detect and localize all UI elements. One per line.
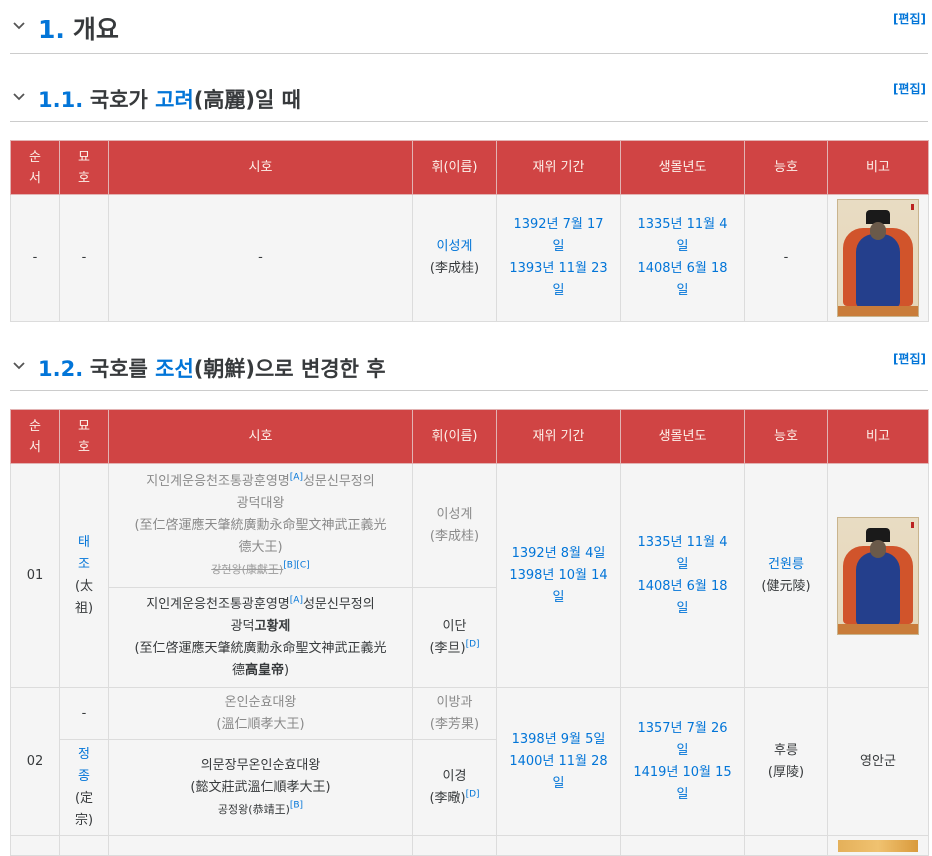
reign-end-link[interactable]: 1400년 11월 28 일 bbox=[509, 754, 607, 791]
header-posthumous: 시호 bbox=[108, 409, 413, 464]
death-link[interactable]: 1408년 6월 18 일 bbox=[637, 579, 727, 616]
header-notes: 비고 bbox=[827, 140, 929, 195]
chevron-down-icon[interactable] bbox=[12, 90, 26, 104]
section-title-pre: 국호를 bbox=[89, 357, 156, 381]
section-number: 1.1. bbox=[38, 88, 84, 112]
reign-end-link[interactable]: 1393년 11월 23 일 bbox=[509, 261, 607, 298]
section-heading-joseon: 1.2. 국호를 조선(朝鮮)으로 변경한 후 [편집] bbox=[10, 338, 928, 391]
name-cell: 이성계 (李成桂) bbox=[412, 194, 497, 322]
header-lifespan: 생몰년도 bbox=[620, 140, 745, 195]
section-heading-overview: 1. 개요 [편집] bbox=[10, 0, 928, 54]
tomb-cell: 건원릉 (健元陵) bbox=[744, 463, 828, 688]
joseon-table: 순서 묘호 시호 휘(이름) 재위 기간 생몰년도 능호 비고 01 태조 (太… bbox=[10, 409, 929, 856]
section-title-pre: 국호가 bbox=[89, 88, 156, 112]
temple-name-cell: 태조 (太 祖) bbox=[59, 463, 109, 688]
portrait-image[interactable] bbox=[837, 199, 919, 317]
reign-cell: 1392년 7월 17 일 1393년 11월 23 일 bbox=[496, 194, 621, 322]
temple-name-cell: 정종 (定 宗) bbox=[59, 739, 109, 836]
footnote-link[interactable]: [A] bbox=[290, 595, 303, 605]
edit-link[interactable]: [편집] bbox=[893, 10, 926, 27]
temple-name-cell: - bbox=[59, 194, 109, 322]
section-heading-goryeo: 1.1. 국호가 고려(高麗)일 때 [편집] bbox=[10, 70, 928, 122]
header-order: 순서 bbox=[10, 409, 60, 464]
name-link[interactable]: 이성계 bbox=[437, 239, 473, 254]
header-reign: 재위 기간 bbox=[496, 409, 621, 464]
order-cell: 01 bbox=[10, 463, 60, 688]
reign-start-link[interactable]: 1392년 8월 4일 bbox=[512, 546, 606, 561]
section-title: 개요 bbox=[72, 15, 119, 44]
footnote-link[interactable]: [D] bbox=[466, 639, 480, 649]
header-lifespan: 생몰년도 bbox=[620, 409, 745, 464]
header-notes: 비고 bbox=[827, 409, 929, 464]
notes-cell bbox=[827, 194, 929, 322]
section-title-post: (朝鮮)으로 변경한 후 bbox=[193, 357, 386, 381]
name-cell: 이방과 (李芳果) bbox=[412, 687, 497, 740]
footnote-link[interactable]: [B] bbox=[290, 800, 303, 810]
tomb-link[interactable]: 건원릉 bbox=[768, 557, 804, 572]
header-posthumous: 시호 bbox=[108, 140, 413, 195]
order-cell: - bbox=[10, 194, 60, 322]
temple-name-link[interactable]: 태조 bbox=[78, 535, 90, 572]
footnote-link[interactable]: [A] bbox=[290, 472, 303, 482]
order-cell: 02 bbox=[10, 687, 60, 836]
reign-start-link[interactable]: 1392년 7월 17 일 bbox=[513, 217, 603, 254]
header-tomb: 능호 bbox=[744, 140, 828, 195]
joseon-link[interactable]: 조선 bbox=[155, 357, 194, 381]
tomb-cell: - bbox=[744, 194, 828, 322]
name-cell: 이단 (李旦)[D] bbox=[412, 587, 497, 688]
header-temple-name: 묘호 bbox=[59, 409, 109, 464]
death-link[interactable]: 1408년 6월 18 일 bbox=[637, 261, 727, 298]
section-number: 1.2. bbox=[38, 357, 84, 381]
birth-link[interactable]: 1335년 11월 4일 bbox=[637, 217, 727, 254]
posthumous-cell: 의문장무온인순효대왕 (懿文莊武溫仁順孝大王) 공정왕(恭靖王)[B] bbox=[108, 739, 413, 836]
lifespan-cell: 1335년 11월 4일 1408년 6월 18 일 bbox=[620, 463, 745, 688]
reign-end-link[interactable]: 1398년 10월 14 일 bbox=[509, 568, 607, 605]
posthumous-cell: 지인계운응천조통광훈영명[A]성문신무정의 광덕고황제 (至仁啓運應天肇統廣勳永… bbox=[108, 587, 413, 688]
footnote-link[interactable]: [D] bbox=[466, 789, 480, 799]
header-temple-name: 묘호 bbox=[59, 140, 109, 195]
header-name: 휘(이름) bbox=[412, 140, 497, 195]
section-number: 1. bbox=[38, 15, 65, 44]
header-tomb: 능호 bbox=[744, 409, 828, 464]
temple-name-cell: - bbox=[59, 687, 109, 740]
death-link[interactable]: 1419년 10월 15 일 bbox=[633, 765, 731, 802]
lifespan-cell: 1335년 11월 4일 1408년 6월 18 일 bbox=[620, 194, 745, 322]
chevron-down-icon[interactable] bbox=[12, 359, 26, 373]
birth-link[interactable]: 1335년 11월 4일 bbox=[637, 535, 727, 572]
lifespan-cell: 1357년 7월 26 일 1419년 10월 15 일 bbox=[620, 687, 745, 836]
edit-link[interactable]: [편집] bbox=[893, 80, 926, 97]
header-reign: 재위 기간 bbox=[496, 140, 621, 195]
name-cell: 이성계 (李成桂) bbox=[412, 463, 497, 588]
reign-start-link[interactable]: 1398년 9월 5일 bbox=[512, 732, 606, 747]
name-cell: 이경 (李曔)[D] bbox=[412, 739, 497, 836]
goryeo-table: 순서 묘호 시호 휘(이름) 재위 기간 생몰년도 능호 비고 - - - 이성… bbox=[10, 140, 929, 322]
temple-name-link[interactable]: 정종 bbox=[78, 747, 90, 784]
posthumous-cell: - bbox=[108, 194, 413, 322]
section-title-post: (高麗)일 때 bbox=[193, 88, 301, 112]
header-name: 휘(이름) bbox=[412, 409, 497, 464]
portrait-image[interactable] bbox=[838, 840, 918, 852]
reign-cell: 1392년 8월 4일 1398년 10월 14 일 bbox=[496, 463, 621, 688]
reign-cell: 1398년 9월 5일 1400년 11월 28 일 bbox=[496, 687, 621, 836]
posthumous-cell: 온인순효대왕 (溫仁順孝大王) bbox=[108, 687, 413, 740]
notes-cell: 영안군 bbox=[827, 687, 929, 836]
header-order: 순서 bbox=[10, 140, 60, 195]
name-hanja: (李成桂) bbox=[429, 261, 480, 276]
portrait-image[interactable] bbox=[837, 516, 919, 635]
goryeo-link[interactable]: 고려 bbox=[155, 88, 194, 112]
tomb-cell: 후릉 (厚陵) bbox=[744, 687, 828, 836]
notes-cell bbox=[827, 463, 929, 688]
posthumous-cell: 지인계운응천조통광훈영명[A]성문신무정의 광덕대왕 (至仁啓運應天肇統廣勳永命… bbox=[108, 463, 413, 588]
birth-link[interactable]: 1357년 7월 26 일 bbox=[637, 721, 727, 758]
footnote-link[interactable]: [B][C] bbox=[283, 560, 310, 570]
edit-link[interactable]: [편집] bbox=[893, 350, 926, 367]
chevron-down-icon[interactable] bbox=[12, 19, 26, 33]
